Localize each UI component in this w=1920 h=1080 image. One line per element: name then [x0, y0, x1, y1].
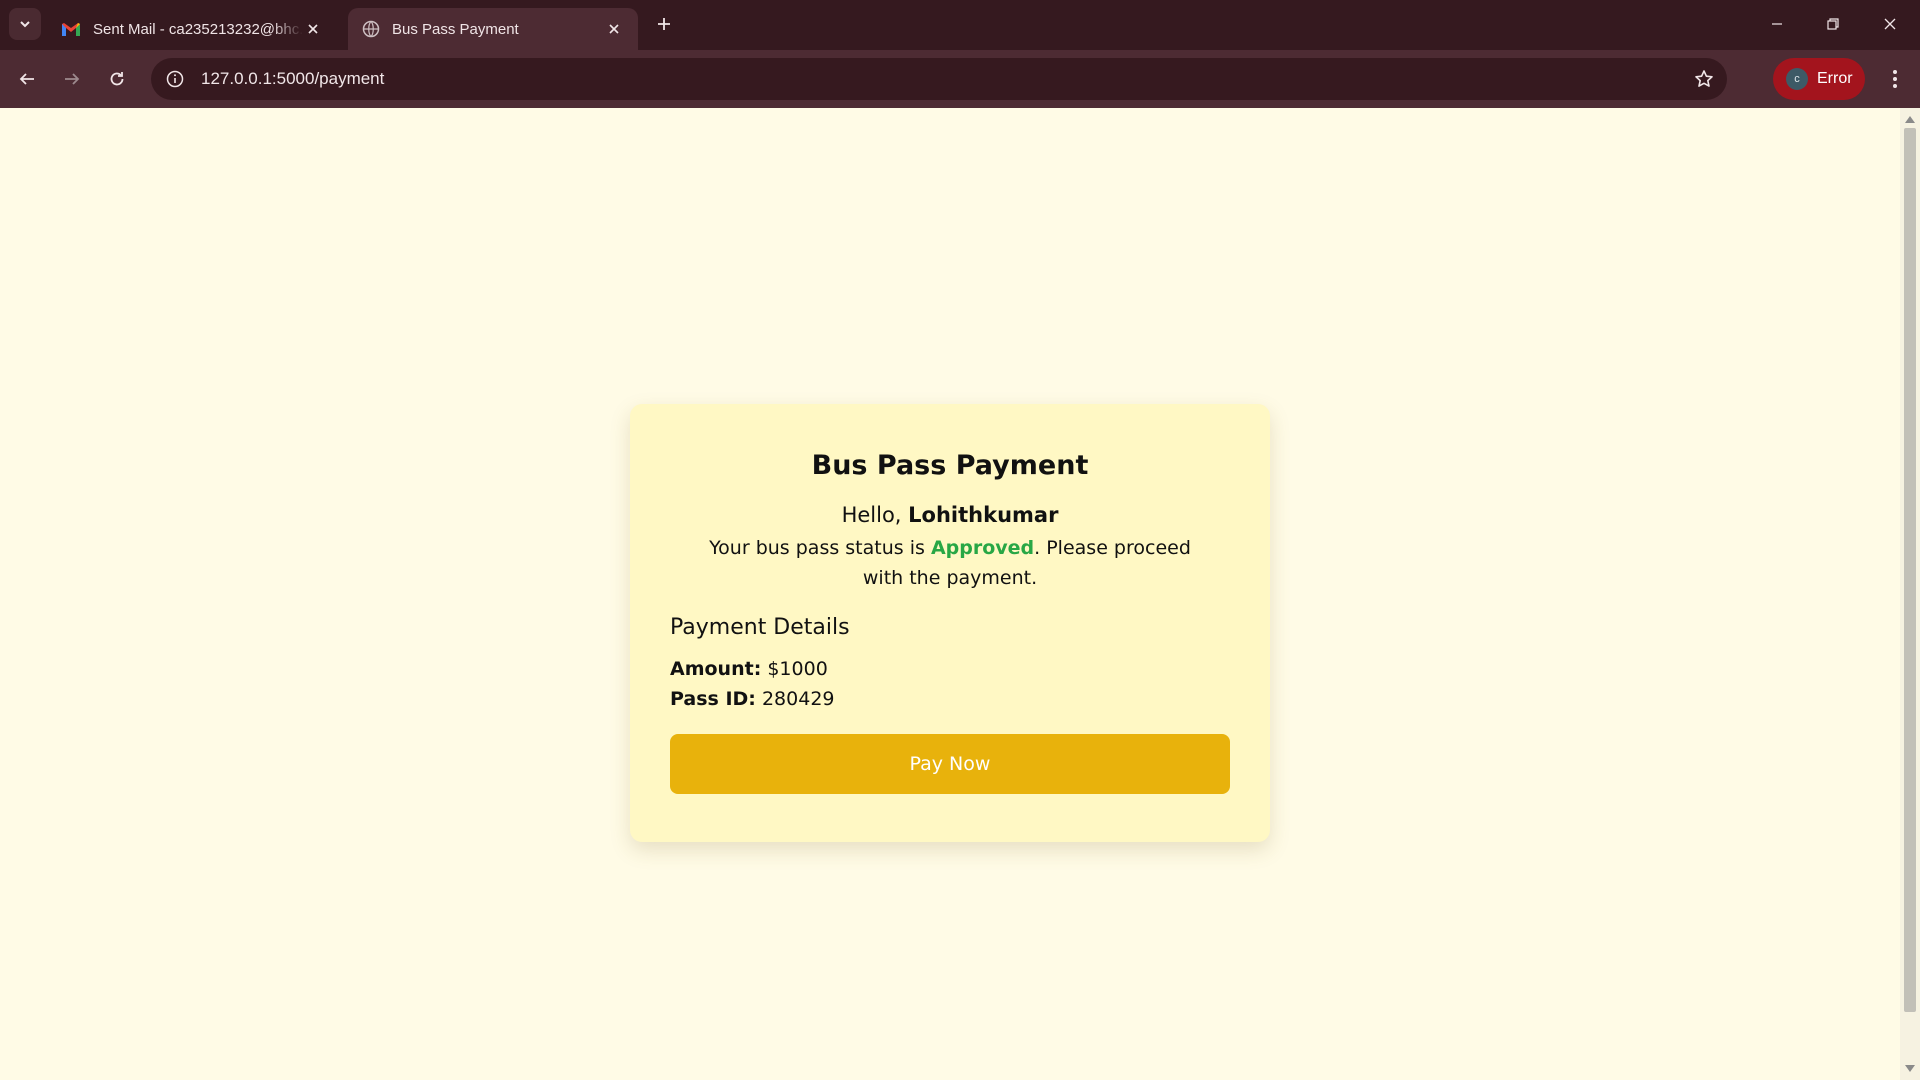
bookmark-button[interactable]	[1689, 64, 1719, 94]
pass-id-label: Pass ID:	[670, 688, 756, 710]
restore-icon	[1827, 18, 1839, 30]
forward-button[interactable]	[57, 64, 87, 94]
arrow-right-icon	[65, 73, 80, 85]
user-name: Lohithkumar	[908, 503, 1059, 527]
close-icon	[1884, 18, 1896, 30]
reload-icon	[110, 72, 124, 86]
browser-menu-button[interactable]	[1880, 64, 1910, 94]
reload-button[interactable]	[102, 64, 132, 94]
close-icon	[609, 24, 619, 34]
minimize-button[interactable]	[1763, 10, 1791, 38]
greeting: Hello, Lohithkumar	[670, 503, 1230, 527]
gmail-icon	[62, 23, 80, 36]
new-tab-button[interactable]	[652, 12, 676, 36]
arrow-left-icon	[19, 73, 34, 85]
pay-now-button[interactable]: Pay Now	[670, 734, 1230, 794]
amount-row: Amount: $1000	[670, 654, 1230, 684]
tab-title: Sent Mail - ca235213232@bhc.edu.in	[93, 20, 303, 38]
scroll-down-arrow[interactable]	[1905, 1065, 1915, 1072]
scrollbar-thumb[interactable]	[1904, 128, 1916, 1012]
tab-title: Bus Pass Payment	[392, 20, 519, 38]
browser-toolbar: 127.0.0.1:5000/payment c Error	[0, 50, 1920, 108]
profile-error-chip[interactable]: c Error	[1773, 58, 1865, 100]
payment-card: Bus Pass Payment Hello, Lohithkumar Your…	[630, 404, 1270, 842]
back-button[interactable]	[12, 64, 42, 94]
payment-details-heading: Payment Details	[670, 615, 850, 640]
tab-bus-pass-payment[interactable]: Bus Pass Payment	[348, 8, 638, 50]
profile-status: Error	[1817, 70, 1853, 87]
address-bar[interactable]: 127.0.0.1:5000/payment	[151, 58, 1727, 100]
tab-gmail[interactable]: Sent Mail - ca235213232@bhc.edu.in	[47, 8, 337, 50]
plus-icon	[658, 18, 670, 30]
tab-search-button[interactable]	[9, 8, 41, 40]
close-icon	[308, 24, 318, 34]
minimize-icon	[1772, 23, 1782, 25]
amount-label: Amount:	[670, 658, 762, 680]
star-icon	[1695, 70, 1713, 87]
amount-value: $1000	[767, 658, 828, 680]
pass-id-row: Pass ID: 280429	[670, 684, 1230, 714]
page-scrollbar[interactable]	[1900, 108, 1920, 1080]
chevron-down-icon	[20, 21, 30, 28]
more-vertical-icon	[1893, 70, 1897, 88]
site-info-button[interactable]	[163, 67, 187, 91]
status-message: Your bus pass status is Approved. Please…	[670, 533, 1230, 593]
scroll-up-arrow[interactable]	[1905, 116, 1915, 123]
restore-button[interactable]	[1819, 10, 1847, 38]
info-icon	[166, 70, 184, 88]
close-tab-button[interactable]	[303, 19, 323, 39]
globe-icon	[362, 20, 380, 38]
close-tab-button[interactable]	[604, 19, 624, 39]
page-viewport: Bus Pass Payment Hello, Lohithkumar Your…	[0, 108, 1900, 1080]
url-text[interactable]: 127.0.0.1:5000/payment	[201, 69, 384, 89]
status-badge: Approved	[930, 537, 1035, 559]
greeting-text: Hello,	[841, 503, 902, 527]
status-prefix: Your bus pass status is	[709, 537, 925, 559]
tab-strip: Sent Mail - ca235213232@bhc.edu.in Bus P…	[0, 0, 1920, 50]
pass-id-value: 280429	[761, 688, 835, 710]
avatar: c	[1786, 68, 1808, 90]
close-window-button[interactable]	[1876, 10, 1904, 38]
page-title: Bus Pass Payment	[811, 450, 1089, 481]
